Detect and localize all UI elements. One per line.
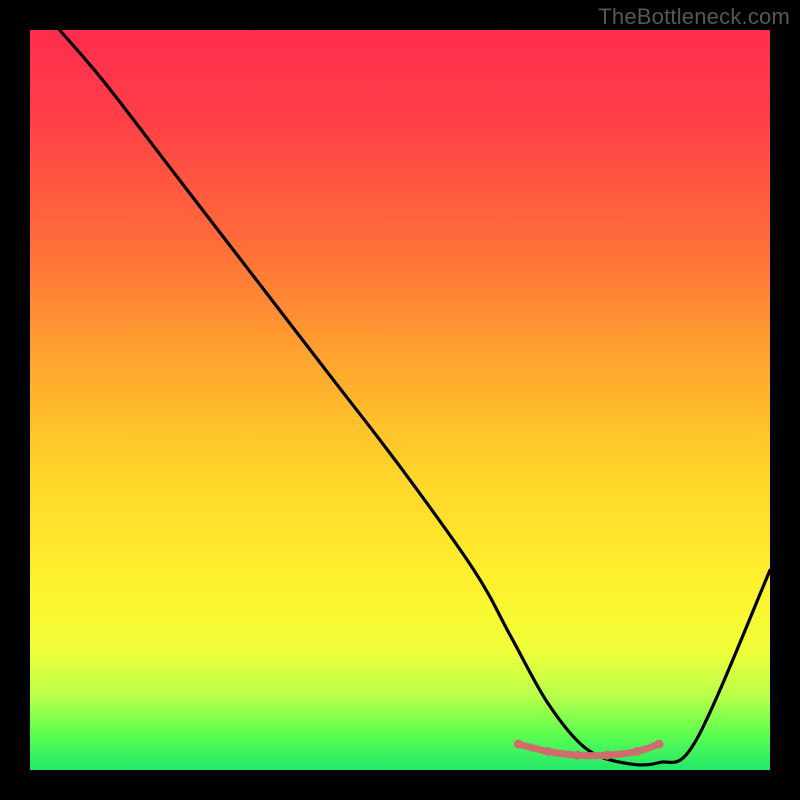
flat-zone-dot [603,751,612,760]
flat-zone-dot [632,747,641,756]
gradient-plot-area [30,30,770,770]
watermark-label: TheBottleneck.com [598,4,790,30]
chart-frame: TheBottleneck.com [0,0,800,800]
flat-zone-dot [544,747,553,756]
curve-layer [30,30,770,770]
bottleneck-curve [60,30,770,765]
flat-zone-dot [514,740,523,749]
flat-zone-dot [573,751,582,760]
flat-zone-dot [655,740,664,749]
